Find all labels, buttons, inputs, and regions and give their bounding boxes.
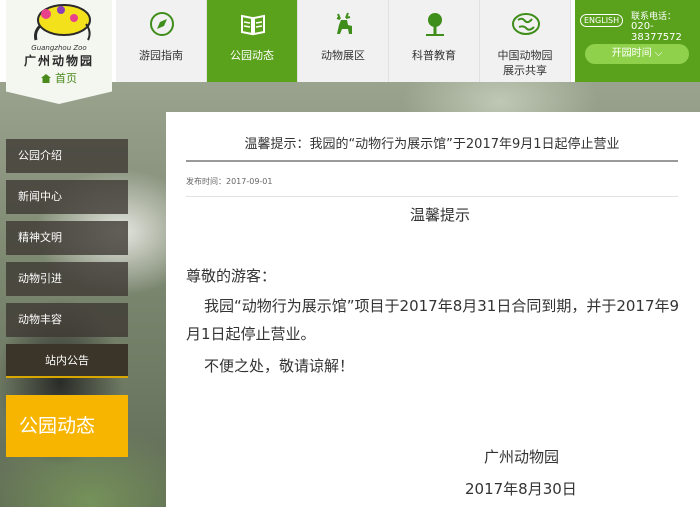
open-time-button[interactable]: 开园时间 ⌵ bbox=[585, 44, 689, 64]
article-title: 温馨提示：我园的“动物行为展示馆”于2017年9月1日起停止营业 bbox=[244, 137, 620, 152]
sidebar-item-park-intro[interactable]: 公园介绍 bbox=[6, 139, 128, 173]
nav-item-education[interactable]: 科普教育 bbox=[389, 0, 480, 82]
article-greeting: 尊敬的游客： bbox=[186, 267, 277, 285]
sidebar-item-announcements[interactable]: 站内公告 bbox=[6, 344, 128, 378]
signature-date: 2017年8月30日 bbox=[465, 480, 577, 498]
section-title: 公园动态 bbox=[6, 395, 128, 457]
sidebar-item-animal-intro[interactable]: 动物引进 bbox=[6, 262, 128, 296]
article-paragraph: 我园“动物行为展示馆”项目于2017年8月31日合同到期，并于2017年9月1日… bbox=[186, 297, 680, 343]
nav-label: 中国动物园展示共享 bbox=[497, 49, 553, 77]
nav-item-exhibits[interactable]: 动物展区 bbox=[298, 0, 389, 82]
logo-name: 广州动物园 bbox=[23, 54, 94, 68]
title-divider bbox=[186, 160, 678, 162]
article-panel: 温馨提示：我园的“动物行为展示馆”于2017年9月1日起停止营业 发布时间：20… bbox=[166, 112, 700, 507]
deer-icon bbox=[336, 12, 352, 34]
sidebar-item-news-center[interactable]: 新闻中心 bbox=[6, 180, 128, 214]
contact-panel: ENGLISH 联系电话： 020-38377572 开园时间 ⌵ bbox=[575, 0, 700, 82]
signature-org: 广州动物园 bbox=[484, 448, 560, 466]
site-header: Guangzhou Zoo 广州动物园 首页 游园指南 公园动态 动物展区 科普… bbox=[0, 0, 700, 104]
meta-divider bbox=[186, 196, 678, 197]
site-logo[interactable]: Guangzhou Zoo 广州动物园 首页 bbox=[6, 0, 112, 104]
logo-subtitle: Guangzhou Zoo bbox=[31, 44, 87, 52]
tel-number: 020-38377572 bbox=[631, 21, 682, 43]
nav-item-china-zoo-share[interactable]: 中国动物园展示共享 bbox=[480, 0, 571, 82]
compass-icon bbox=[150, 12, 174, 36]
tree-icon bbox=[426, 13, 444, 36]
sidebar-item-enrichment[interactable]: 动物丰容 bbox=[6, 303, 128, 337]
home-icon bbox=[41, 74, 51, 83]
article-heading: 温馨提示 bbox=[409, 206, 470, 224]
main-nav: 游园指南 公园动态 动物展区 科普教育 中国动物园展示共享 bbox=[116, 0, 571, 82]
chevron-down-icon: ⌵ bbox=[651, 48, 663, 59]
book-icon bbox=[241, 14, 265, 36]
nav-label: 游园指南 bbox=[139, 49, 183, 62]
nav-label: 动物展区 bbox=[321, 49, 365, 62]
nav-label: 科普教育 bbox=[412, 49, 456, 62]
sidebar-item-civilization[interactable]: 精神文明 bbox=[6, 221, 128, 255]
publish-date: 发布时间：2017-09-01 bbox=[186, 177, 273, 186]
home-link[interactable]: 首页 bbox=[6, 70, 112, 86]
sidebar: 公园介绍 新闻中心 精神文明 动物引进 动物丰容 站内公告 bbox=[6, 139, 128, 385]
article-paragraph: 不便之处，敬请谅解！ bbox=[204, 357, 355, 375]
nav-item-guide[interactable]: 游园指南 bbox=[116, 0, 207, 82]
globe-icon bbox=[512, 13, 540, 35]
english-link[interactable]: ENGLISH bbox=[580, 14, 624, 27]
nav-label: 公园动态 bbox=[230, 49, 274, 62]
nav-item-news[interactable]: 公园动态 bbox=[207, 0, 298, 82]
